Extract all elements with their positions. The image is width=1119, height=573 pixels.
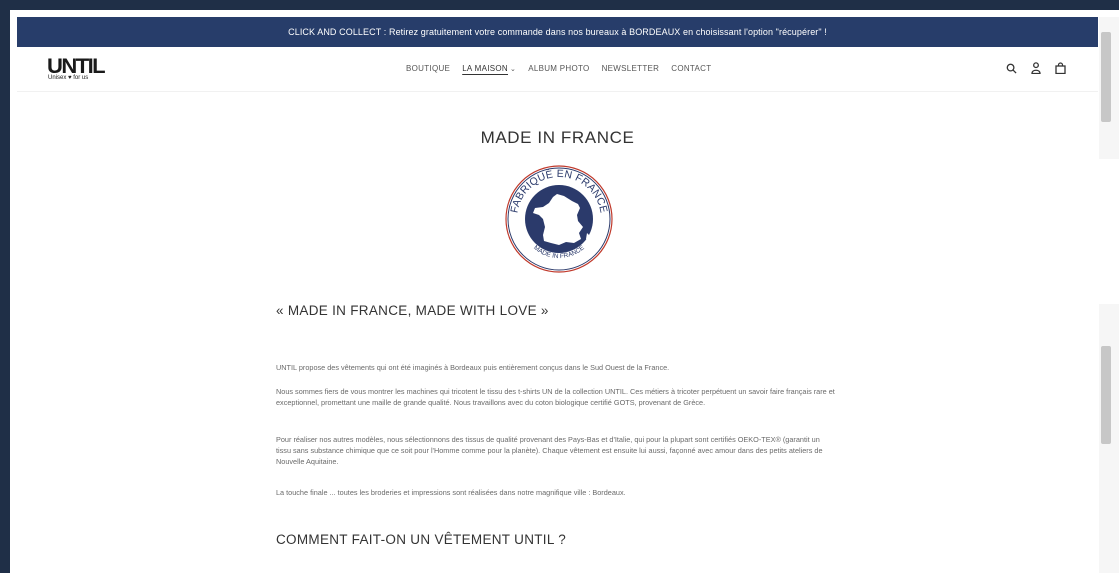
made-in-france-badge: FABRIQUÉ EN FRANCE MADE IN FRANCE	[499, 163, 619, 275]
nav-item-la-maison[interactable]: LA MAISON ⌄	[462, 64, 516, 73]
chevron-down-icon: ⌄	[510, 66, 517, 73]
cart-icon[interactable]	[1055, 62, 1066, 74]
paragraph: Pour réaliser nos autres modèles, nous s…	[276, 435, 823, 466]
announcement-bar: CLICK AND COLLECT : Retirez gratuitement…	[17, 17, 1098, 47]
page-content: MADE IN FRANCE FABRIQUÉ EN FRANCE MADE I…	[17, 92, 1098, 573]
nav-item-contact[interactable]: CONTACT	[671, 64, 711, 73]
logo-text: UNTIL	[47, 55, 106, 78]
logo-tagline: Unisex ♥ for us	[48, 75, 89, 81]
paragraph: La touche finale ... toutes les broderie…	[276, 488, 626, 497]
header-icons	[1006, 62, 1066, 74]
section-title-made-with-love: « MADE IN FRANCE, MADE WITH LOVE »	[276, 303, 549, 318]
paragraph: UNTIL propose des vêtements qui ont été …	[276, 363, 670, 372]
window-frame-top	[0, 0, 1119, 10]
section-title-comment-fait-on: COMMENT FAIT-ON UN VÊTEMENT UNTIL ?	[276, 532, 567, 547]
nav-item-boutique[interactable]: BOUTIQUE	[406, 64, 450, 73]
search-icon[interactable]	[1006, 63, 1017, 74]
paragraph: Nous sommes fiers de vous montrer les ma…	[276, 387, 835, 407]
nav-item-newsletter[interactable]: NEWSLETTER	[602, 64, 660, 73]
site-logo[interactable]: UNTIL Unisex ♥ for us	[47, 55, 117, 85]
account-icon[interactable]	[1031, 62, 1041, 74]
scrollbar-thumb-lower[interactable]	[1101, 346, 1111, 444]
site-header: UNTIL Unisex ♥ for us BOUTIQUE LA MAISON…	[17, 47, 1098, 92]
scrollbar-thumb-upper[interactable]	[1101, 32, 1111, 122]
main-nav: BOUTIQUE LA MAISON ⌄ ALBUM PHOTO NEWSLETT…	[406, 64, 711, 73]
window-frame-left	[0, 0, 10, 573]
announcement-text: CLICK AND COLLECT : Retirez gratuitement…	[288, 27, 827, 37]
nav-item-la-maison-label: LA MAISON	[462, 64, 509, 73]
page-title: MADE IN FRANCE	[480, 128, 635, 147]
nav-item-album-photo[interactable]: ALBUM PHOTO	[528, 64, 589, 73]
